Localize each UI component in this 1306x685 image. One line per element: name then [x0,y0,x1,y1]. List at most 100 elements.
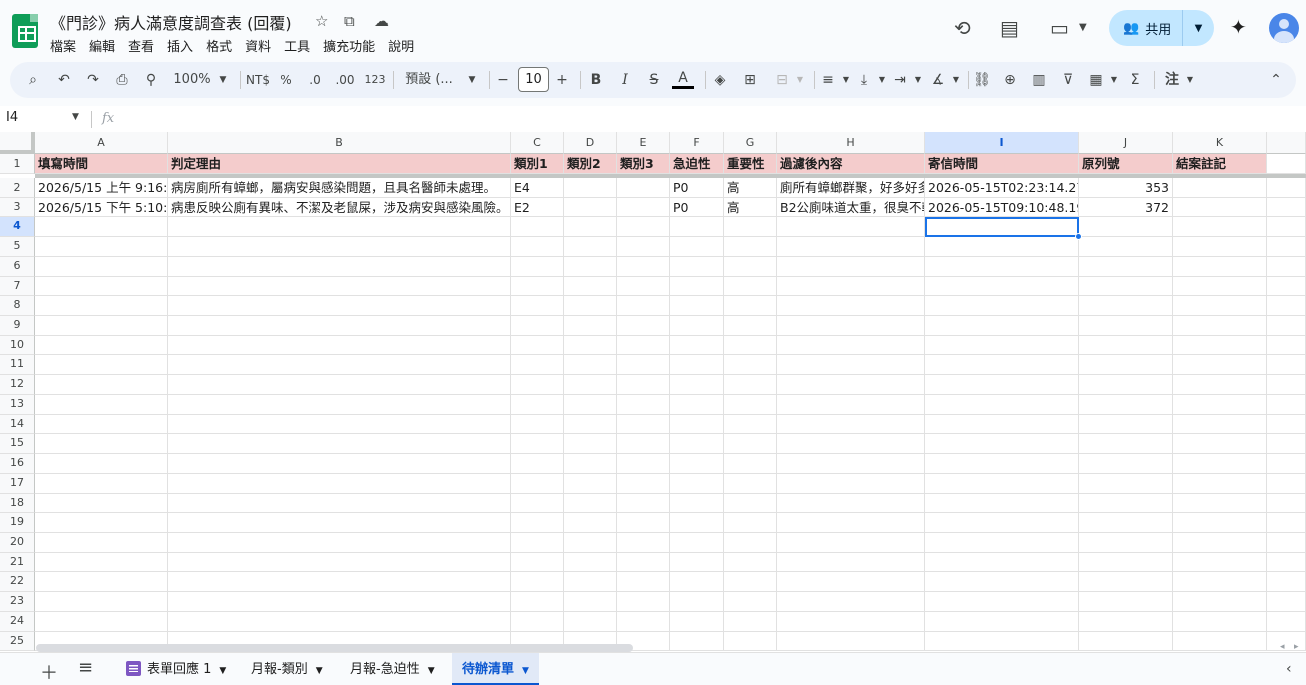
column-header-c[interactable]: C [511,132,564,154]
header-cell[interactable]: 類別2 [564,154,617,174]
grid-cell[interactable] [511,335,564,356]
grid-cell[interactable] [777,217,925,238]
merge-caret-icon[interactable]: ▼ [794,62,806,98]
search-menus-icon[interactable]: ⌕ [22,62,44,98]
grid-cell[interactable] [617,572,670,593]
grid-cell[interactable] [777,611,925,632]
grid-cell[interactable] [35,473,168,494]
grid-cell[interactable] [670,473,724,494]
grid-cell[interactable] [511,473,564,494]
grid-cell[interactable] [724,631,777,652]
grid-cell[interactable] [617,316,670,336]
grid-cell[interactable] [35,237,168,257]
borders-icon[interactable]: ⊞ [740,62,760,98]
grid-cell[interactable] [670,552,724,573]
text-color-button[interactable]: A [675,62,691,98]
wrap-caret-icon[interactable]: ▼ [912,62,924,98]
grid-cell[interactable] [925,572,1079,593]
grid-cell[interactable] [724,217,777,238]
grid-cell[interactable] [1173,532,1267,553]
grid-cell[interactable] [1173,375,1267,395]
header-cell[interactable]: 原列號 [1079,154,1173,174]
grid-cell[interactable] [1173,335,1267,356]
font-size-decrease-icon[interactable]: − [495,62,511,98]
grid-cell[interactable] [1173,276,1267,297]
grid-cell[interactable] [617,217,670,238]
grid-cell[interactable] [670,532,724,553]
grid-cell[interactable] [1267,473,1306,494]
grid-cell[interactable] [777,335,925,356]
grid-cell[interactable] [35,532,168,553]
grid-cell[interactable] [564,493,617,514]
grid-cell[interactable] [1267,572,1306,593]
grid-cell[interactable] [564,316,617,336]
avatar[interactable] [1269,13,1299,43]
grid-cell[interactable] [670,454,724,474]
share-main[interactable]: 👥 共用 [1109,10,1183,46]
grid-cell[interactable] [1173,217,1267,238]
row-header-11[interactable]: 11 [0,355,35,376]
grid-cell[interactable] [670,394,724,415]
name-box-caret-icon[interactable]: ▼ [72,112,79,122]
menu-edit[interactable]: 編輯 [89,36,122,55]
version-history-icon[interactable]: ⟲ [954,16,971,40]
grid-cell[interactable] [777,237,925,257]
row-header-21[interactable]: 21 [0,552,35,573]
data-cell[interactable]: 廁所有蟑螂群聚，好多好多 [777,178,925,198]
more-caret-icon[interactable]: ▼ [1184,62,1196,98]
percent-format-button[interactable]: % [278,62,294,98]
grid-cell[interactable] [925,592,1079,612]
grid-cell[interactable] [617,237,670,257]
vertical-align-icon[interactable]: ⤓ [854,62,874,98]
grid-cell[interactable] [724,513,777,533]
number-format-button[interactable]: 123 [363,62,387,98]
header-cell[interactable]: 類別1 [511,154,564,174]
grid-cell[interactable] [168,552,511,573]
sheet-tab-caret-icon[interactable]: ▼ [428,666,435,676]
grid-cell[interactable] [777,513,925,533]
grid-cell[interactable] [617,513,670,533]
grid-cell[interactable] [564,611,617,632]
grid-cell[interactable] [617,454,670,474]
header-cell[interactable]: 寄信時間 [925,154,1079,174]
grid-cell[interactable] [724,611,777,632]
grid-cell[interactable] [1267,414,1306,435]
grid-cell[interactable] [617,552,670,573]
column-header-h[interactable]: H [777,132,925,154]
column-header-f[interactable]: F [670,132,724,154]
row-header-6[interactable]: 6 [0,256,35,277]
horizontal-align-icon[interactable]: ≡ [818,62,838,98]
grid-cell[interactable] [670,217,724,238]
column-header-a[interactable]: A [35,132,168,154]
grid-cell[interactable] [925,316,1079,336]
zoom-caret-icon[interactable]: ▼ [216,62,230,98]
row-header-18[interactable]: 18 [0,493,35,514]
move-folder-icon[interactable]: ⧉ [344,12,355,30]
header-cell[interactable]: 重要性 [724,154,777,174]
font-family-select[interactable]: 預設 (... [402,62,456,98]
grid-cell[interactable] [777,296,925,317]
grid-cell[interactable] [1079,572,1173,593]
row-header-19[interactable]: 19 [0,513,35,533]
grid-cell[interactable] [511,375,564,395]
grid-cell[interactable] [564,335,617,356]
formula-input[interactable] [125,110,1295,128]
sheet-tab[interactable]: 待辦清單 ▼ [452,653,539,685]
row-header-13[interactable]: 13 [0,394,35,415]
grid-cell[interactable] [1173,237,1267,257]
strikethrough-button[interactable]: S [646,62,662,98]
grid-cell[interactable] [168,572,511,593]
menu-data[interactable]: 資料 [245,36,278,55]
grid-cell[interactable] [564,217,617,238]
cloud-status-icon[interactable]: ☁ [374,12,389,30]
valign-caret-icon[interactable]: ▼ [876,62,888,98]
row-header-25[interactable]: 25 [0,631,35,652]
grid-cell[interactable] [511,316,564,336]
grid-cell[interactable] [724,473,777,494]
data-cell[interactable]: 病患反映公廁有異味、不潔及老鼠屎，涉及病安與感染風險。 [168,197,511,218]
grid-cell[interactable] [1267,256,1306,277]
data-cell[interactable]: 高 [724,178,777,198]
grid-cell[interactable] [511,394,564,415]
grid-cell[interactable] [777,532,925,553]
document-title[interactable]: 《門診》病人滿意度調查表 (回覆) [50,10,292,34]
